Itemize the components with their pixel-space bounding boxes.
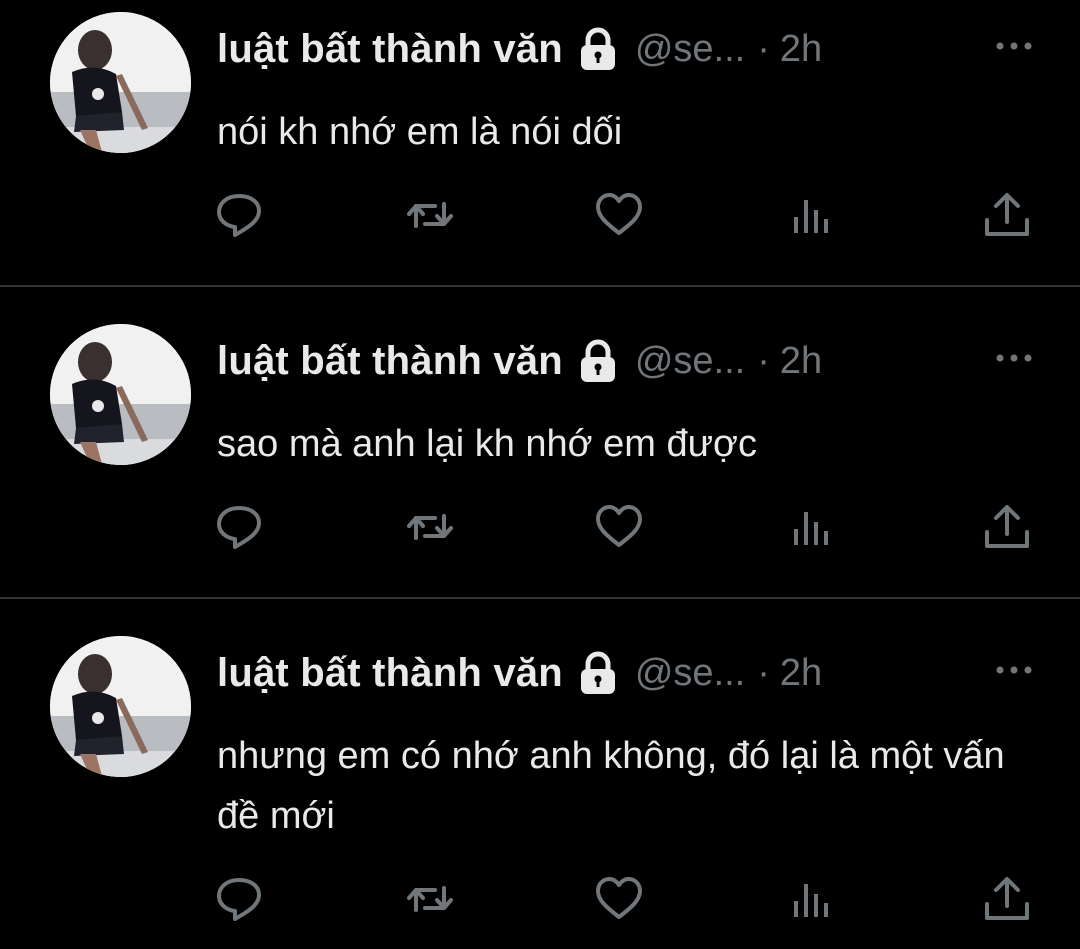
- tweet-divider: [0, 597, 1080, 599]
- timestamp[interactable]: 2h: [780, 28, 822, 71]
- more-options-icon[interactable]: [992, 348, 1036, 368]
- like-icon[interactable]: [594, 502, 644, 552]
- author-name[interactable]: luật bất thành văn: [217, 27, 563, 72]
- share-icon[interactable]: [982, 874, 1032, 924]
- timestamp[interactable]: 2h: [780, 340, 822, 383]
- separator-dot: ·: [757, 339, 770, 382]
- action-bar: [0, 190, 1080, 240]
- author-name[interactable]: luật bất thành văn: [217, 651, 563, 696]
- tweet-text: sao mà anh lại kh nhớ em được: [217, 423, 757, 465]
- timeline-feed: luật bất thành văn @se... · 2h nói kh nh…: [0, 0, 1080, 949]
- tweet[interactable]: luật bất thành văn @se... · 2h sao mà an…: [0, 312, 1080, 624]
- author-handle[interactable]: @se...: [635, 652, 745, 695]
- lock-icon: [577, 27, 619, 71]
- share-icon[interactable]: [982, 502, 1032, 552]
- author-handle[interactable]: @se...: [635, 28, 745, 71]
- lock-icon: [577, 651, 619, 695]
- views-icon[interactable]: [787, 502, 837, 552]
- retweet-icon[interactable]: [405, 874, 455, 924]
- more-options-icon[interactable]: [992, 660, 1036, 680]
- tweet-divider: [0, 285, 1080, 287]
- tweet[interactable]: luật bất thành văn @se... · 2h nói kh nh…: [0, 0, 1080, 312]
- share-icon[interactable]: [982, 190, 1032, 240]
- tweet[interactable]: luật bất thành văn @se... · 2h nhưng em …: [0, 624, 1080, 936]
- author-name[interactable]: luật bất thành văn: [217, 339, 563, 384]
- tweet-text: nhưng em có nhớ anh không, đó lại là một…: [217, 735, 1005, 837]
- reply-icon[interactable]: [214, 874, 264, 924]
- avatar[interactable]: [50, 324, 191, 465]
- tweet-header: luật bất thành văn @se... · 2h: [217, 648, 822, 698]
- retweet-icon[interactable]: [405, 502, 455, 552]
- like-icon[interactable]: [594, 874, 644, 924]
- action-bar: [0, 874, 1080, 924]
- more-options-icon[interactable]: [992, 36, 1036, 56]
- reply-icon[interactable]: [214, 502, 264, 552]
- tweet-header: luật bất thành văn @se... · 2h: [217, 24, 822, 74]
- separator-dot: ·: [757, 27, 770, 70]
- avatar[interactable]: [50, 12, 191, 153]
- lock-icon: [577, 339, 619, 383]
- timestamp[interactable]: 2h: [780, 652, 822, 695]
- retweet-icon[interactable]: [405, 190, 455, 240]
- tweet-text: nói kh nhớ em là nói dối: [217, 111, 623, 153]
- avatar[interactable]: [50, 636, 191, 777]
- author-handle[interactable]: @se...: [635, 340, 745, 383]
- reply-icon[interactable]: [214, 190, 264, 240]
- like-icon[interactable]: [594, 190, 644, 240]
- action-bar: [0, 502, 1080, 552]
- tweet-header: luật bất thành văn @se... · 2h: [217, 336, 822, 386]
- views-icon[interactable]: [787, 874, 837, 924]
- views-icon[interactable]: [787, 190, 837, 240]
- separator-dot: ·: [757, 651, 770, 694]
